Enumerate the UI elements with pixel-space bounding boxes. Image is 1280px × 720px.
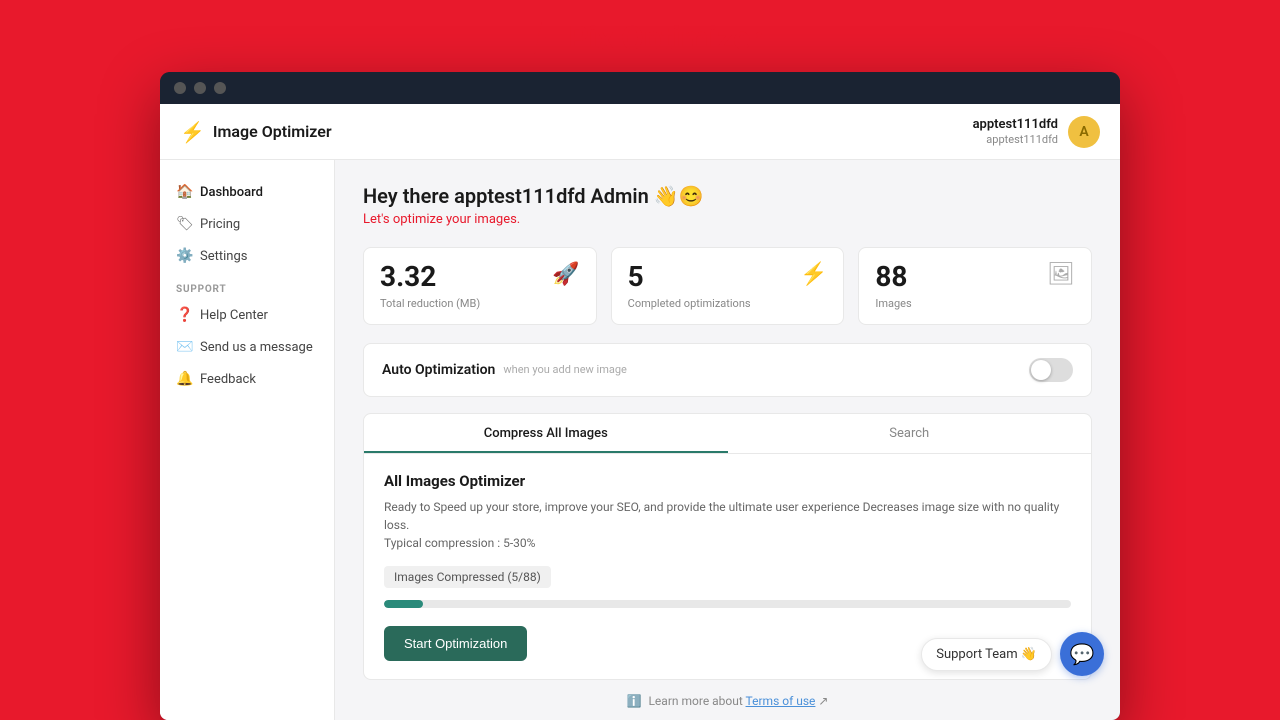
auto-opt-title: Auto Optimization: [382, 362, 495, 378]
message-icon: ✉️: [176, 339, 192, 355]
support-widget: Support Team 👋 💬: [921, 632, 1104, 676]
toggle-knob: [1031, 360, 1051, 380]
support-chat-button[interactable]: 💬: [1060, 632, 1104, 676]
app-footer: ℹ️ Learn more about Terms of use ↗: [363, 680, 1092, 720]
pricing-icon: 🏷: [176, 216, 192, 232]
sidebar-item-label: Help Center: [200, 308, 268, 323]
user-name: apptest111dfd: [973, 117, 1058, 133]
tab-label-search: Search: [889, 426, 929, 441]
sidebar-item-send-message[interactable]: ✉️ Send us a message: [160, 331, 334, 363]
stat-value-images: 88: [875, 262, 911, 293]
avatar[interactable]: A: [1068, 116, 1100, 148]
app-container: ⚡ Image Optimizer apptest111dfd apptest1…: [160, 104, 1120, 720]
stat-card-images: 88 Images 🖼: [858, 247, 1092, 325]
auto-opt-subtitle: when you add new image: [503, 363, 627, 376]
support-bubble: Support Team 👋: [921, 638, 1052, 671]
main-content: Hey there apptest111dfd Admin 👋😊 Let's o…: [335, 160, 1120, 720]
compressed-badge: Images Compressed (5/88): [384, 566, 551, 588]
auto-opt-left: Auto Optimization when you add new image: [382, 362, 627, 378]
sidebar: 🏠 Dashboard 🏷 Pricing ⚙️ Settings SUPPOR…: [160, 160, 335, 720]
stat-value-reduction: 3.32: [380, 262, 480, 293]
dashboard-icon: 🏠: [176, 184, 192, 200]
header-bolt-icon: ⚡: [180, 120, 205, 144]
sidebar-item-label: Dashboard: [200, 185, 263, 200]
images-icon: 🖼: [1047, 262, 1075, 287]
optimizer-title: All Images Optimizer: [384, 472, 1071, 490]
rocket-icon: 🚀: [552, 262, 579, 287]
progress-bar-container: [384, 600, 1071, 608]
sidebar-item-label: Settings: [200, 249, 247, 264]
page-greeting: Hey there apptest111dfd Admin 👋😊: [363, 184, 1092, 208]
help-icon: ❓: [176, 307, 192, 323]
auto-opt-toggle[interactable]: [1029, 358, 1073, 382]
badge-text: Images Compressed (5/88): [394, 570, 541, 584]
sidebar-item-settings[interactable]: ⚙️ Settings: [160, 240, 334, 272]
feedback-icon: 🔔: [176, 371, 192, 387]
sidebar-item-feedback[interactable]: 🔔 Feedback: [160, 363, 334, 395]
stat-label-completed: Completed optimizations: [628, 297, 751, 310]
top-logo: Pix Optimizer: [518, 0, 762, 72]
browser-window: ⚡ Image Optimizer apptest111dfd apptest1…: [160, 72, 1120, 720]
app-logo-text: Pix Optimizer: [568, 19, 762, 57]
info-icon: ℹ️: [627, 694, 642, 708]
user-email: apptest111dfd: [973, 133, 1058, 146]
sidebar-item-pricing[interactable]: 🏷 Pricing: [160, 208, 334, 240]
start-optimization-button[interactable]: Start Optimization: [384, 626, 527, 661]
sidebar-item-label: Pricing: [200, 217, 240, 232]
optimizer-desc: Ready to Speed up your store, improve yo…: [384, 498, 1071, 552]
sidebar-item-label: Send us a message: [200, 340, 313, 355]
auto-optimization-card: Auto Optimization when you add new image: [363, 343, 1092, 397]
stat-card-total-reduction: 3.32 Total reduction (MB) 🚀: [363, 247, 597, 325]
tab-compress-all[interactable]: Compress All Images: [364, 414, 728, 453]
browser-dot-max: [214, 82, 226, 94]
progress-bar-fill: [384, 600, 423, 608]
footer-text: Learn more about: [648, 694, 745, 708]
tabs-header: Compress All Images Search: [364, 414, 1091, 454]
tab-search[interactable]: Search: [728, 414, 1092, 453]
settings-icon: ⚙️: [176, 248, 192, 264]
browser-titlebar: [160, 72, 1120, 104]
sidebar-item-dashboard[interactable]: 🏠 Dashboard: [160, 176, 334, 208]
stat-card-completed: 5 Completed optimizations ⚡: [611, 247, 845, 325]
app-body: 🏠 Dashboard 🏷 Pricing ⚙️ Settings SUPPOR…: [160, 160, 1120, 720]
page-subtitle: Let's optimize your images.: [363, 212, 1092, 227]
speed-icon: ⚡: [800, 262, 827, 287]
stat-value-completed: 5: [628, 262, 751, 293]
browser-dot-min: [194, 82, 206, 94]
sidebar-item-label: Feedback: [200, 372, 256, 387]
browser-dot-close: [174, 82, 186, 94]
tab-label-compress: Compress All Images: [484, 426, 608, 441]
stat-label-images: Images: [875, 297, 911, 310]
app-header-left: ⚡ Image Optimizer: [180, 120, 332, 144]
stat-label-reduction: Total reduction (MB): [380, 297, 480, 310]
app-header: ⚡ Image Optimizer apptest111dfd apptest1…: [160, 104, 1120, 160]
user-info: apptest111dfd apptest111dfd: [973, 117, 1058, 146]
stats-row: 3.32 Total reduction (MB) 🚀 5 Completed …: [363, 247, 1092, 325]
app-header-right: apptest111dfd apptest111dfd A: [973, 116, 1100, 148]
support-section-label: SUPPORT: [160, 272, 334, 299]
bolt-icon: [518, 18, 558, 58]
external-link-icon: ↗: [818, 694, 828, 708]
app-header-title: Image Optimizer: [213, 122, 332, 141]
chat-icon: 💬: [1070, 642, 1095, 666]
sidebar-item-help-center[interactable]: ❓ Help Center: [160, 299, 334, 331]
terms-of-use-link[interactable]: Terms of use: [746, 694, 816, 708]
